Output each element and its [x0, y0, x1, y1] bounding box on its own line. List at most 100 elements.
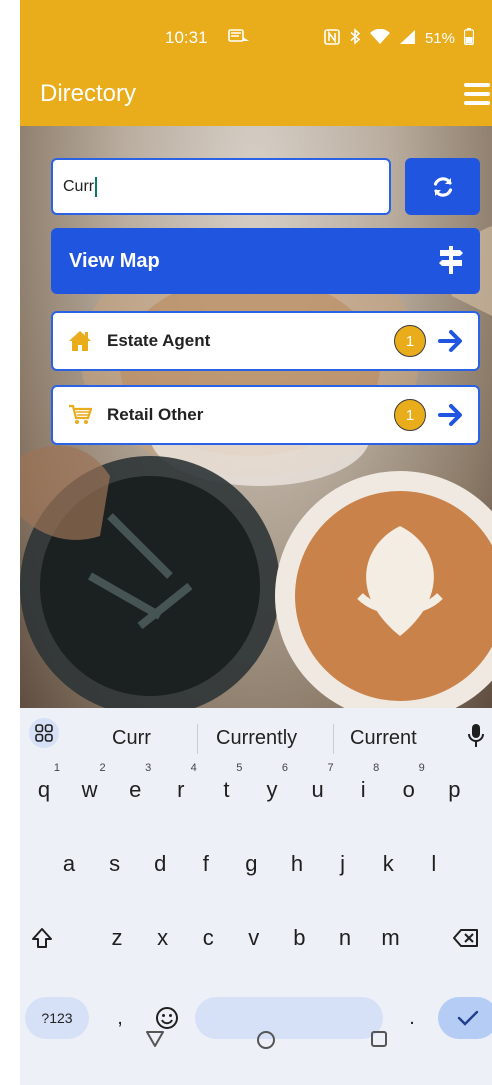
key-k[interactable]: k: [370, 843, 406, 885]
key-hint: 7: [327, 762, 334, 774]
count-badge: 1: [394, 399, 426, 431]
key-w[interactable]: w2: [72, 763, 108, 811]
hamburger-menu-icon[interactable]: [464, 83, 490, 105]
key-s[interactable]: s: [97, 843, 133, 885]
key-c[interactable]: c: [190, 917, 226, 959]
key-label: x: [157, 925, 169, 950]
key-label: w: [81, 777, 98, 802]
search-input-value: Curr: [63, 178, 95, 195]
cart-icon: [69, 404, 92, 424]
refresh-icon: [433, 176, 452, 197]
key-y[interactable]: y6: [254, 763, 290, 811]
key-b[interactable]: b: [281, 917, 317, 959]
app-bar: Directory: [20, 80, 492, 126]
suggestion-2[interactable]: Currently: [216, 727, 297, 750]
key-label: a: [62, 851, 76, 876]
key-p[interactable]: p: [436, 769, 472, 811]
key-h[interactable]: h: [279, 843, 315, 885]
key-label: v: [248, 925, 260, 950]
key-label: b: [293, 925, 306, 950]
bluetooth-icon: [349, 28, 361, 49]
key-hint: 4: [190, 762, 197, 774]
key-v[interactable]: v: [236, 917, 272, 959]
navigation-bar: [20, 1012, 492, 1085]
key-l[interactable]: l: [416, 843, 452, 885]
nfc-icon: [324, 28, 340, 49]
suggestion-bar: Curr Currently Current: [20, 708, 492, 768]
key-hint: 2: [99, 762, 106, 774]
key-f[interactable]: f: [188, 843, 224, 885]
key-a[interactable]: a: [51, 843, 87, 885]
key-label: q: [37, 777, 51, 802]
key-n[interactable]: n: [327, 917, 363, 959]
suggestion-3[interactable]: Current: [350, 727, 417, 750]
refresh-button[interactable]: [405, 158, 480, 215]
text-cursor: [95, 176, 98, 197]
key-label: o: [402, 777, 415, 802]
count-badge: 1: [394, 325, 426, 357]
key-j[interactable]: j: [325, 843, 361, 885]
key-label: r: [177, 777, 185, 802]
key-x[interactable]: x: [145, 917, 181, 959]
key-u[interactable]: u7: [300, 763, 336, 811]
key-hint: 6: [281, 762, 288, 774]
signpost-icon: [439, 246, 463, 274]
microphone-icon[interactable]: [466, 723, 486, 749]
key-z[interactable]: z: [99, 917, 135, 959]
key-r[interactable]: r4: [163, 763, 199, 811]
page-title: Directory: [40, 80, 137, 107]
key-i[interactable]: i8: [345, 763, 381, 811]
status-icons: 51%: [324, 28, 475, 49]
key-label: z: [111, 925, 123, 950]
signal-icon: [399, 29, 416, 49]
divider: [333, 724, 334, 754]
key-g[interactable]: g: [233, 843, 269, 885]
key-d[interactable]: d: [142, 843, 178, 885]
key-hint: 9: [418, 762, 425, 774]
key-label: c: [202, 925, 214, 950]
category-label: Estate Agent: [107, 331, 211, 350]
back-triangle-icon[interactable]: [145, 1030, 165, 1048]
key-label: d: [154, 851, 167, 876]
status-time: 10:31: [165, 28, 208, 47]
view-map-button[interactable]: View Map: [51, 228, 480, 294]
arrow-right-icon[interactable]: [438, 329, 464, 353]
key-e[interactable]: e3: [117, 763, 153, 811]
status-bar: 10:31 51%: [20, 0, 492, 80]
key-label: k: [382, 851, 394, 876]
key-label: l: [431, 851, 437, 876]
backspace-key[interactable]: [444, 917, 488, 959]
key-label: p: [448, 777, 461, 802]
home-circle-icon[interactable]: [256, 1030, 276, 1050]
key-label: s: [109, 851, 121, 876]
key-label: t: [223, 777, 230, 802]
category-row-retail-other[interactable]: Retail Other 1: [51, 385, 480, 445]
key-label: i: [360, 777, 366, 802]
category-row-estate-agent[interactable]: Estate Agent 1: [51, 311, 480, 371]
house-icon: [69, 331, 91, 351]
key-o[interactable]: o9: [391, 763, 427, 811]
key-label: n: [338, 925, 352, 950]
key-m[interactable]: m: [373, 917, 409, 959]
shift-key[interactable]: [20, 917, 64, 959]
key-hint: 1: [53, 762, 60, 774]
suggestion-1[interactable]: Curr: [112, 727, 151, 750]
arrow-right-icon[interactable]: [438, 403, 464, 427]
app-screen: 10:31 51% Directory Curr View Map Estate…: [20, 0, 492, 1085]
key-label: u: [311, 777, 324, 802]
key-label: j: [340, 851, 346, 876]
category-label: Retail Other: [107, 405, 204, 424]
search-input[interactable]: Curr: [51, 158, 391, 215]
battery-icon: [463, 28, 475, 49]
key-label: y: [266, 777, 278, 802]
key-label: g: [245, 851, 258, 876]
recents-square-icon[interactable]: [370, 1030, 388, 1048]
key-q[interactable]: q1: [26, 763, 62, 811]
key-label: h: [290, 851, 304, 876]
key-hint: 5: [236, 762, 243, 774]
key-t[interactable]: t5: [208, 763, 244, 811]
view-map-label: View Map: [69, 250, 160, 272]
battery-percent: 51%: [424, 30, 455, 47]
key-hint: 3: [145, 762, 152, 774]
apps-grid-button[interactable]: [29, 718, 59, 748]
